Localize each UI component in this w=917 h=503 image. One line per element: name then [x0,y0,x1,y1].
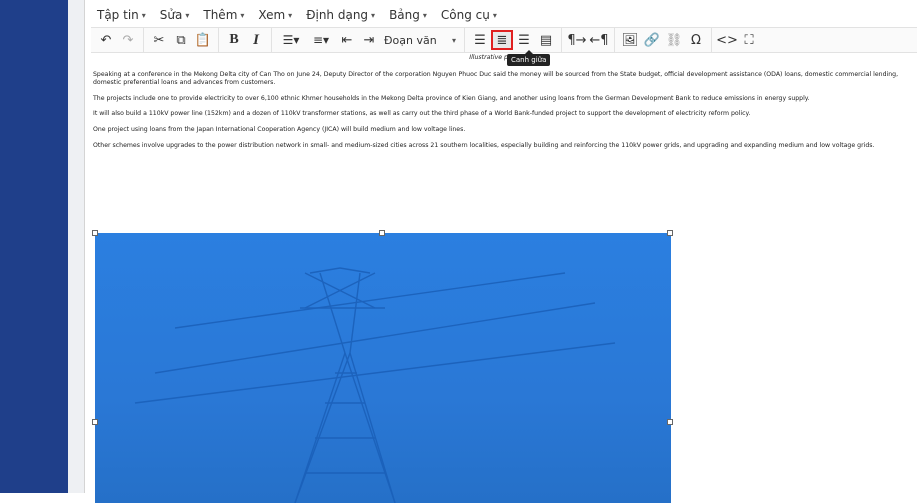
indent-button[interactable]: ⇥ [358,30,380,50]
paragraph: The projects include one to provide elec… [93,94,810,102]
menu-format[interactable]: Định dạng ▾ [306,8,375,22]
power-tower-photo [95,233,671,503]
align-justify-button[interactable]: ▤ [535,30,557,50]
power-tower-illustration [134,267,616,503]
source-code-button[interactable]: <> [716,30,738,50]
block-format-select[interactable]: Đoạn văn ▾ [380,30,460,50]
redo-button[interactable]: ↷ [117,30,139,50]
caret-down-icon: ▾ [422,10,427,20]
caret-down-icon: ▾ [141,10,146,20]
block-format-value: Đoạn văn [384,33,437,47]
paste-icon: 📋 [194,32,212,48]
align-right-button[interactable]: ☰ [513,30,535,50]
code-icon: <> [716,32,738,48]
caret-down-icon: ▾ [451,35,456,45]
style-group: B I [219,28,272,52]
copy-button[interactable]: ⧉ [170,30,192,50]
omega-icon: Ω [691,32,701,48]
rtl-icon: ←¶ [589,32,609,48]
paste-button[interactable]: 📋 [192,30,214,50]
undo-button[interactable]: ↶ [95,30,117,50]
ltr-button[interactable]: ¶→ [566,30,588,50]
bullet-list-button[interactable]: ☰▾ [276,30,306,50]
numbered-list-button[interactable]: ≡▾ [306,30,336,50]
cut-button[interactable]: ✂ [148,30,170,50]
menu-file-label: Tập tin [97,8,139,22]
fullscreen-icon: ⛶ [744,32,754,48]
direction-group: ¶→ ←¶ [562,28,615,52]
menu-view[interactable]: Xem ▾ [258,8,292,22]
link-icon: 🔗 [643,32,661,48]
paragraph: One project using loans from the Japan I… [93,125,466,133]
redo-icon: ↷ [122,32,134,48]
rtl-button[interactable]: ←¶ [588,30,610,50]
view-group: <> ⛶ [712,28,764,52]
italic-button[interactable]: I [245,30,267,50]
list-group: ☰▾ ≡▾ ⇤ ⇥ Đoạn văn ▾ [272,28,465,52]
menu-edit[interactable]: Sửa ▾ [160,8,190,22]
insert-link-button[interactable]: 🔗 [641,30,663,50]
app-sidebar [0,0,68,493]
align-center-button[interactable]: ≣ [491,30,513,50]
resize-handle-e[interactable] [667,419,673,425]
editor-toolbar: ↶ ↷ ✂ ⧉ 📋 B I ☰▾ ≡▾ ⇤ ⇥ Đoạn văn ▾ ☰ ≣ ☰ … [91,27,917,53]
outdent-button[interactable]: ⇤ [336,30,358,50]
menu-table-label: Bảng [389,8,420,22]
caret-down-icon: ▾ [492,10,497,20]
menu-table[interactable]: Bảng ▾ [389,8,427,22]
bullet-list-icon: ☰▾ [282,33,300,47]
align-center-icon: ≣ [496,32,508,48]
align-right-icon: ☰ [518,32,530,48]
ltr-icon: ¶→ [567,32,587,48]
clipboard-group: ✂ ⧉ 📋 [144,28,219,52]
insert-group: 🖼 🔗 ⛓ Ω [615,28,712,52]
resize-handle-w[interactable] [92,419,98,425]
toolbar-tooltip: Canh giữa [507,50,551,66]
caret-down-icon: ▾ [240,10,245,20]
resize-handle-nw[interactable] [92,230,98,236]
selected-image[interactable] [92,230,673,503]
editor-content[interactable]: Illustrative photo (VNA) Speaking at a c… [93,54,917,157]
menu-tools-label: Công cụ [440,8,490,22]
editor-menubar: Tập tin ▾ Sửa ▾ Thêm ▾ Xem ▾ Định dạng ▾ Bảng… [97,4,497,26]
caret-down-icon: ▾ [185,10,190,20]
insert-image-button[interactable]: 🖼 [619,30,641,50]
image-caption: Illustrative photo (VNA) [469,54,542,61]
unlink-icon: ⛓ [665,32,683,48]
align-justify-icon: ▤ [539,32,553,48]
image-icon: 🖼 [621,32,639,48]
menu-view-label: Xem [258,8,286,22]
rich-text-editor: Tập tin ▾ Sửa ▾ Thêm ▾ Xem ▾ Định dạng ▾ Bảng… [84,0,917,503]
menu-format-label: Định dạng [306,8,369,22]
scissors-icon: ✂ [153,32,165,48]
resize-handle-ne[interactable] [667,230,673,236]
history-group: ↶ ↷ [91,28,144,52]
menu-file[interactable]: Tập tin ▾ [97,8,146,22]
sidebar-gutter [68,0,84,493]
menu-edit-label: Sửa [159,8,183,22]
copy-icon: ⧉ [176,32,186,48]
menu-tools[interactable]: Công cụ ▾ [441,8,497,22]
italic-icon: I [253,31,259,48]
align-left-button[interactable]: ☰ [469,30,491,50]
paragraph: It will also build a 110kV power line (1… [93,110,751,118]
undo-icon: ↶ [100,32,112,48]
menu-insert-label: Thêm [203,8,238,22]
bold-button[interactable]: B [223,30,245,50]
align-group: ☰ ≣ ☰ ▤ [465,28,562,52]
paragraph: Other schemes involve upgrades to the po… [93,141,875,149]
caret-down-icon: ▾ [371,10,376,20]
menu-insert[interactable]: Thêm ▾ [203,8,244,22]
align-left-icon: ☰ [474,32,486,48]
fullscreen-button[interactable]: ⛶ [738,30,760,50]
bold-icon: B [229,32,239,47]
resize-handle-n[interactable] [379,230,385,236]
indent-icon: ⇥ [363,32,375,48]
paragraph: Speaking at a conference in the Mekong D… [93,70,899,87]
numbered-list-icon: ≡▾ [312,33,330,47]
unlink-button[interactable]: ⛓ [663,30,685,50]
caret-down-icon: ▾ [288,10,293,20]
special-char-button[interactable]: Ω [685,30,707,50]
outdent-icon: ⇤ [341,32,353,48]
